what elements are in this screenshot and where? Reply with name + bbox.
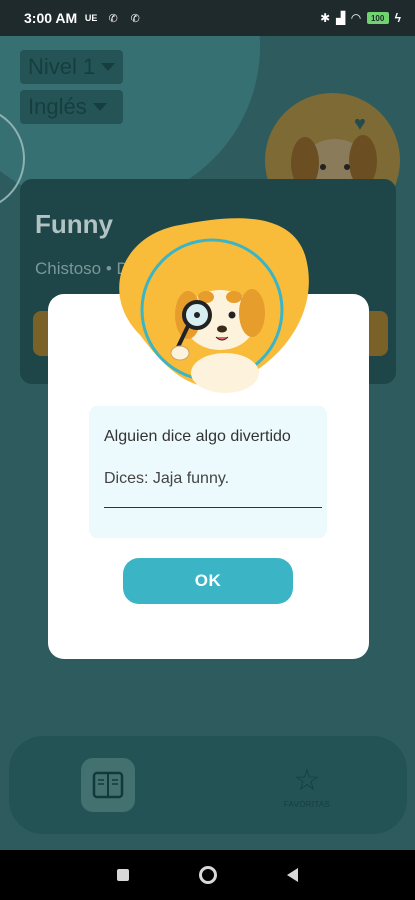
signal-icon: ▟ (336, 11, 346, 25)
dialog-scenario: Alguien dice algo divertido (104, 428, 291, 445)
recents-icon[interactable] (117, 869, 129, 881)
ok-button[interactable]: OK (123, 558, 293, 604)
dialog-message-box: Alguien dice algo divertido Dices: Jaja … (89, 406, 327, 538)
home-icon[interactable] (199, 866, 217, 884)
battery-icon: 100 (366, 12, 389, 24)
charging-icon: ϟ (394, 11, 401, 25)
phone-icon: ✆ (108, 12, 118, 25)
wifi-icon: ◠ (351, 11, 361, 25)
divider (104, 507, 322, 508)
system-nav-bar (0, 850, 415, 900)
phone-icon-2: ✆ (130, 12, 140, 25)
dialog-illustration (100, 215, 320, 395)
bluetooth-icon: ✱ (320, 11, 331, 25)
dialog-answer: Dices: Jaja funny. (104, 470, 230, 487)
status-bar: 3:00 AM UE ✆ ✆ ✱ ▟ ◠ 100 ϟ (0, 0, 415, 36)
back-icon[interactable] (287, 868, 298, 882)
ue-badge: UE (84, 13, 98, 23)
status-time: 3:00 AM (24, 10, 78, 26)
